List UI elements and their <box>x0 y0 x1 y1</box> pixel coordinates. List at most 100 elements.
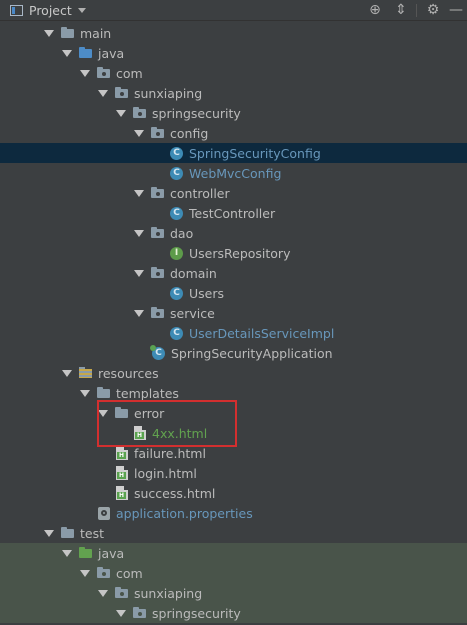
tree-node-users-repository[interactable]: I UsersRepository <box>0 243 467 263</box>
tree-node-main[interactable]: main <box>0 23 467 43</box>
expand-arrow-icon[interactable] <box>44 529 54 537</box>
expand-arrow-icon[interactable] <box>62 549 72 557</box>
tree-node-label: TestController <box>189 205 276 221</box>
expand-arrow-icon[interactable] <box>80 569 90 577</box>
collapse-all-icon[interactable]: ⇕ <box>393 2 409 18</box>
tree-node-users[interactable]: C Users <box>0 283 467 303</box>
class-icon: C <box>170 206 183 220</box>
tree-node-resources[interactable]: resources <box>0 363 467 383</box>
tree-node-label: failure.html <box>134 445 206 461</box>
tree-node-test[interactable]: test <box>0 523 467 543</box>
tree-node-spring-security-config[interactable]: C SpringSecurityConfig <box>0 143 467 163</box>
expand-arrow-icon[interactable] <box>116 109 126 117</box>
tree-node-label: templates <box>116 385 179 401</box>
package-icon <box>114 86 129 100</box>
tree-node-label: 4xx.html <box>152 425 208 441</box>
package-icon <box>150 226 165 240</box>
tree-node-web-mvc-config[interactable]: C WebMvcConfig <box>0 163 467 183</box>
tree-node-label: dao <box>170 225 194 241</box>
expand-arrow-icon[interactable] <box>98 89 108 97</box>
tree-node-login-html[interactable]: H login.html <box>0 463 467 483</box>
package-icon <box>114 586 129 600</box>
html-file-icon: H <box>116 466 128 480</box>
tree-node-label: UserDetailsServiceImpl <box>189 325 335 341</box>
tree-node-test-java[interactable]: java <box>0 543 467 563</box>
tree-node-spring-security-application[interactable]: C SpringSecurityApplication <box>0 343 467 363</box>
expand-arrow-icon[interactable] <box>134 309 144 317</box>
test-source-folder-icon <box>78 546 93 560</box>
tree-node-controller[interactable]: controller <box>0 183 467 203</box>
tree-node-label: springsecurity <box>152 605 241 621</box>
tree-node-label: resources <box>98 365 159 381</box>
expand-arrow-icon[interactable] <box>62 369 72 377</box>
properties-file-icon <box>98 506 110 520</box>
tree-node-test-sunxiaping[interactable]: sunxiaping <box>0 583 467 603</box>
project-title: Project <box>29 3 72 18</box>
html-file-icon: H <box>116 486 128 500</box>
expand-arrow-icon[interactable] <box>134 189 144 197</box>
tree-node-test-controller[interactable]: C TestController <box>0 203 467 223</box>
folder-icon <box>60 526 75 540</box>
package-icon <box>132 606 147 620</box>
tree-node-label: domain <box>170 265 217 281</box>
hide-icon[interactable]: — <box>448 2 464 18</box>
tree-node-label: java <box>98 545 125 561</box>
tree-node-java[interactable]: java <box>0 43 467 63</box>
tree-node-label: login.html <box>134 465 197 481</box>
tree-node-label: sunxiaping <box>134 585 203 601</box>
expand-arrow-icon[interactable] <box>134 229 144 237</box>
tree-node-config[interactable]: config <box>0 123 467 143</box>
tree-node-label: UsersRepository <box>189 245 291 261</box>
tree-node-label: service <box>170 305 215 321</box>
expand-arrow-icon[interactable] <box>134 129 144 137</box>
tree-node-error[interactable]: error <box>0 403 467 423</box>
expand-arrow-icon[interactable] <box>134 269 144 277</box>
class-icon: C <box>170 326 183 340</box>
tree-node-failure-html[interactable]: H failure.html <box>0 443 467 463</box>
gear-icon[interactable]: ⚙ <box>425 2 441 18</box>
expand-arrow-icon[interactable] <box>80 69 90 77</box>
locate-icon[interactable]: ⊕ <box>367 2 383 18</box>
package-icon <box>96 566 111 580</box>
project-panel: Project ⊕ ⇕ ⚙ — main java com sunxiaping… <box>0 0 467 625</box>
folder-icon <box>60 26 75 40</box>
package-icon <box>150 266 165 280</box>
class-icon: C <box>170 146 183 160</box>
tree-node-domain[interactable]: domain <box>0 263 467 283</box>
tree-node-label: WebMvcConfig <box>189 165 282 181</box>
project-view-selector[interactable]: Project <box>10 2 86 19</box>
tree-node-application-properties[interactable]: application.properties <box>0 503 467 523</box>
tree-node-com[interactable]: com <box>0 63 467 83</box>
tree-node-templates[interactable]: templates <box>0 383 467 403</box>
tree-node-success-html[interactable]: H success.html <box>0 483 467 503</box>
tree-node-springsecurity[interactable]: springsecurity <box>0 103 467 123</box>
class-icon: C <box>170 286 183 300</box>
tree-node-label: controller <box>170 185 230 201</box>
expand-arrow-icon[interactable] <box>80 389 90 397</box>
expand-arrow-icon[interactable] <box>62 49 72 57</box>
expand-arrow-icon[interactable] <box>98 409 108 417</box>
tree-node-service[interactable]: service <box>0 303 467 323</box>
tree-node-test-springsecurity[interactable]: springsecurity <box>0 603 467 623</box>
tree-node-test-com[interactable]: com <box>0 563 467 583</box>
expand-arrow-icon[interactable] <box>116 609 126 617</box>
tree-node-dao[interactable]: dao <box>0 223 467 243</box>
package-icon <box>150 126 165 140</box>
html-file-icon: H <box>116 446 128 460</box>
project-tree[interactable]: main java com sunxiaping springsecurity <box>0 21 467 625</box>
project-icon <box>10 5 23 16</box>
expand-arrow-icon[interactable] <box>98 589 108 597</box>
package-icon <box>150 186 165 200</box>
tree-node-label: SpringSecurityApplication <box>171 345 333 361</box>
tree-node-label: application.properties <box>116 505 253 521</box>
folder-icon <box>96 386 111 400</box>
expand-arrow-icon[interactable] <box>44 29 54 37</box>
tree-node-label: config <box>170 125 209 141</box>
tree-node-sunxiaping[interactable]: sunxiaping <box>0 83 467 103</box>
tree-node-label: java <box>98 45 125 61</box>
tree-node-4xx-html[interactable]: H 4xx.html <box>0 423 467 443</box>
spring-boot-application-icon: C <box>150 344 165 360</box>
html-file-icon: H <box>134 426 146 440</box>
chevron-down-icon <box>77 8 86 13</box>
tree-node-user-details-service-impl[interactable]: C UserDetailsServiceImpl <box>0 323 467 343</box>
